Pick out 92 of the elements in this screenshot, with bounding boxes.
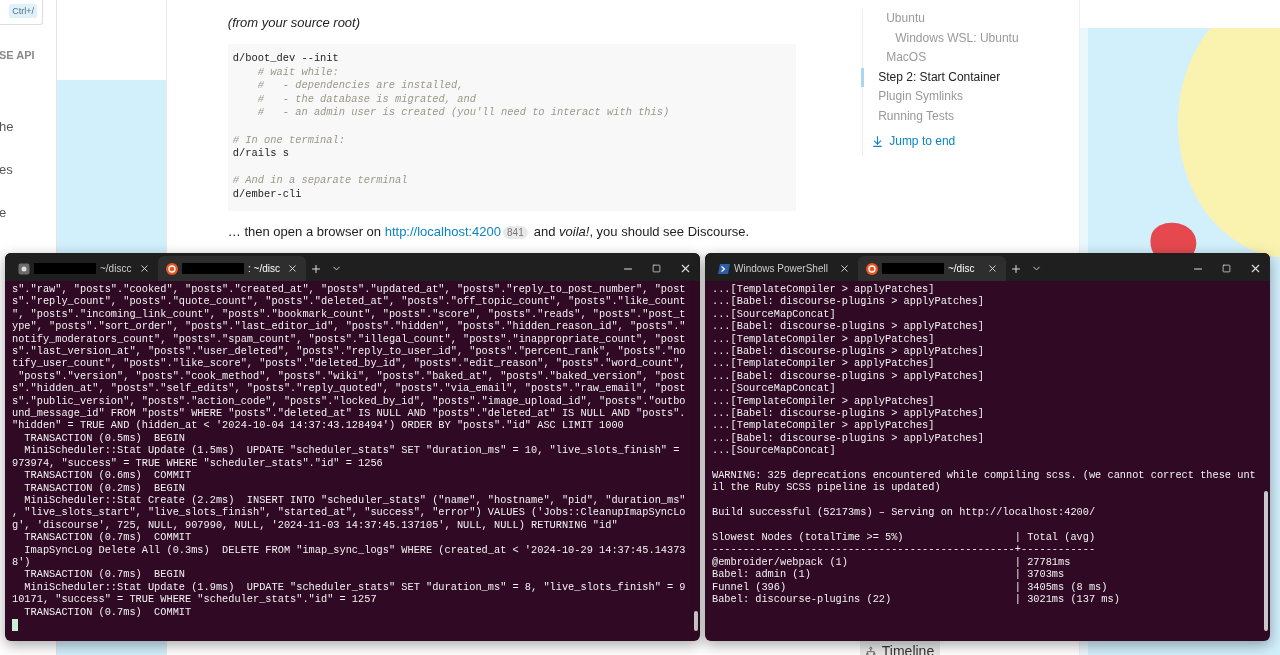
circle-logo-icon: [166, 262, 178, 275]
code-comment: # - the database is migrated, and: [256, 92, 476, 107]
terminal-line: , "live_slots_start", "live_slots_finish", "started_at", "success", "error") VALUES ('Jobs::CleanupImapSyncLo: [12, 506, 686, 519]
terminal-line: -------------------------------------------------+------------: [712, 543, 1096, 556]
terminal-line: MiniScheduler::Stat Create (2.2ms) INSERT INTO "scheduler_stats" ("name", "hostname", "pid", "duration_ms": [23, 493, 686, 507]
terminal-line: ...[TemplateCompiler > applyPatches]: [712, 283, 935, 296]
terminal-line: Slowest Nodes (totalTime >= 5%) | Total (avg): [712, 531, 1096, 544]
terminal-line: Babel: admin (1) | 3703ms: [712, 568, 1065, 581]
terminal-line: ype", "posts"."sort_order", "posts"."last_editor_id", "posts"."hidden", "posts"."hidden_reason_id", "posts".": [12, 320, 686, 333]
terminal-line: ImapSyncLog Delete All (0.3ms) DELETE FROM "imap_sync_logs" WHERE (created_at < '2024-10-29 14:37:45.14373: [23, 543, 686, 556]
scrollbar-thumb[interactable]: [694, 611, 698, 631]
terminal-line: Build successful (52173ms) – Serving on http://localhost:4200/: [712, 506, 1096, 519]
jump-link[interactable]: Jump to end: [871, 134, 956, 148]
terminal-tab[interactable]: ~/discc: [10, 256, 158, 281]
terminal-line: MiniScheduler::Stat Update (1.5ms) UPDATE "scheduler_stats" SET "duration_ms" = 10, "live_slots_finish" =: [23, 444, 680, 457]
terminal-line: s"."public_version", "posts"."action_code", "posts"."locked_by_id", "posts"."image_upload_id", "posts"."outbo: [12, 394, 686, 408]
sidebar-item[interactable]: he: [0, 119, 56, 134]
terminal-line: s"."raw", "posts"."cooked", "posts"."created_at", "posts"."updated_at", "posts"."reply_to_post_number", "post: [12, 283, 686, 296]
terminal-line: ", "posts"."incoming_link_count", "posts"."bookmark_count", "posts"."score", "posts"."reads", "posts"."post_t: [12, 307, 686, 321]
shortcut-badge: Ctrl+/: [9, 4, 37, 18]
terminal-line: ...[Babel: discourse-plugins > applyPatches]: [712, 295, 984, 308]
close-icon[interactable]: [987, 263, 998, 274]
sidebar-heading: SE API: [0, 49, 36, 61]
terminal-line: 10171, "success" = TRUE WHERE "scheduler_stats"."id" = 1257: [12, 593, 377, 606]
terminal-line: s"."hidden_at", "posts"."self_edits", "posts"."reply_quoted", "posts"."via_email", "posts"."raw_email", "post: [12, 382, 686, 395]
code-comment: # - an admin user is created (you'll need to interact with this): [256, 106, 670, 120]
terminal-line: ...[Babel: discourse-plugins > applyPatches]: [712, 345, 984, 358]
circle-logo-icon: [866, 262, 878, 275]
code-line: d/boot_dev --init: [232, 52, 339, 66]
terminal-line: tify_user_count", "posts"."like_score", "posts"."deleted_by_id", "posts"."edit_reason", "posts"."word_count",: [12, 357, 686, 370]
scrollbar-thumb[interactable]: [1264, 491, 1268, 631]
search-field[interactable]: Ctrl+/: [0, 0, 43, 25]
terminal-line: "hidden" = TRUE AND (hidden_at < '2024-10-04 14:37:43.128494') ORDER BY "posts"."id" ASC LIMIT 1000: [12, 419, 624, 432]
terminal-line: TRANSACTION (0.2ms) BEGIN: [23, 481, 186, 494]
terminal-line: TRANSACTION (0.7ms) COMMIT: [23, 531, 192, 544]
terminal-icon: [18, 262, 30, 275]
timeline-icon: [866, 645, 876, 655]
close-icon[interactable]: [839, 263, 850, 274]
terminal-line: ...[Babel: discourse-plugins > applyPatches]: [712, 320, 984, 333]
paragraph: … then open a browser on http://localhost:4200 841 and voila!, you should see Discourse.: [227, 223, 750, 239]
code-comment: # And in a separate terminal: [232, 174, 408, 188]
code-comment: # wait while:: [256, 65, 339, 80]
terminal-line: @embroider/webpack (1) | 27781ms: [712, 555, 1071, 569]
terminal-line: "posts"."version", "posts"."cook_method", "posts"."wiki", "posts"."baked_at", "posts"."baked_version", "post: [17, 369, 686, 383]
click-count: 841: [503, 225, 528, 239]
close-icon[interactable]: [287, 263, 298, 274]
terminal-line: notify_moderators_count", "posts"."spam_count", "posts"."illegal_count", "posts"."inappropriate_count", "post: [12, 332, 686, 346]
terminal-line: ...[Babel: discourse-plugins > applyPatches]: [712, 407, 984, 420]
terminal-line: und_message_id" FROM "posts" WHERE "posts"."deleted_at" IS NULL AND "posts"."deleted_at" IS NULL AND "posts".: [12, 407, 686, 420]
plus-icon: [1010, 262, 1022, 275]
code-comment: # - dependencies are installed,: [256, 79, 464, 93]
terminal-line: Babel: discourse-plugins (22) | 3021ms (137 ms): [712, 593, 1120, 606]
terminal-line: ...[TemplateCompiler > applyPatches]: [712, 419, 935, 432]
terminal-line: ...[Babel: discourse-plugins > applyPatches]: [712, 369, 984, 383]
terminal-line: TRANSACTION (0.7ms) COMMIT: [23, 605, 192, 618]
intro-text: (from your source root): [227, 15, 362, 30]
terminal-tab[interactable]: : ~/disc: [158, 256, 306, 281]
terminal-line: WARNING: 325 deprecations encountered while compiling scss. (we cannot correct these unt: [712, 469, 1256, 482]
terminal-line: TRANSACTION (0.5ms) BEGIN: [23, 431, 186, 445]
terminal-line: s"."last_version_at", "posts"."user_deleted", "posts"."reply_to_user_id", "posts"."percent_rank", "posts"."no: [12, 345, 686, 358]
terminal-line: 8'): [12, 555, 31, 569]
terminal-line: il the Ruby SCSS pipeline is updated): [712, 481, 941, 494]
terminal-line: ...[TemplateCompiler > applyPatches]: [712, 357, 935, 370]
terminal-line: MiniScheduler::Stat Update (1.9ms) UPDATE "scheduler_stats" SET "duration_ms" = 8, "live_slots_finish" = 9: [23, 580, 686, 594]
terminal-line: ...[TemplateCompiler > applyPatches]: [712, 332, 935, 346]
maximize-icon: [651, 264, 661, 273]
terminal-line: ...[TemplateCompiler > applyPatches]: [712, 394, 935, 408]
terminal-line: g', 'discourse', 725, NULL, 907990, NULL, '2024-11-03 14:37:45.137105', NULL, NULL) RETURNING "id": [12, 518, 618, 532]
plus-icon: [310, 262, 322, 275]
terminal-line: TRANSACTION (0.7ms) BEGIN: [23, 568, 186, 581]
code-comment: # In one terminal:: [232, 133, 346, 148]
prompt-icon: [718, 262, 730, 275]
terminal-line: Funnel (396) | 3405ms (8 ms): [712, 580, 1108, 594]
link[interactable]: http://localhost:4200: [384, 223, 502, 239]
code-line: d/rails s: [232, 147, 289, 161]
sidebar-item[interactable]: es: [0, 162, 56, 177]
terminal-line: 973974, "success" = TRUE WHERE "scheduler_stats"."id" = 1256: [12, 456, 383, 470]
toc-item[interactable]: Step 2: Start Container: [861, 67, 1001, 87]
code-line: d/ember-cli: [232, 187, 302, 202]
maximize-icon: [1221, 264, 1231, 273]
terminal-line: s"."reply_count", "posts"."quote_count", "posts"."deleted_at", "posts"."off_topic_count", "posts"."like_count: [12, 295, 686, 308]
terminal-line: TRANSACTION (0.6ms) COMMIT: [23, 469, 192, 482]
terminal-line: ...[SourceMapConcat]: [712, 307, 836, 321]
terminal-line: ...[SourceMapConcat]: [712, 444, 836, 457]
terminal-line: ...[SourceMapConcat]: [712, 382, 836, 395]
terminal-tab[interactable]: ~/disc: [858, 256, 1006, 281]
terminal-tab[interactable]: Windows PowerShell: [710, 256, 858, 281]
cursor: [12, 618, 18, 631]
download-icon: [871, 134, 885, 148]
sidebar-item[interactable]: e: [0, 205, 56, 220]
terminal-line: ...[Babel: discourse-plugins > applyPatches]: [712, 431, 984, 445]
close-icon[interactable]: [139, 263, 150, 274]
